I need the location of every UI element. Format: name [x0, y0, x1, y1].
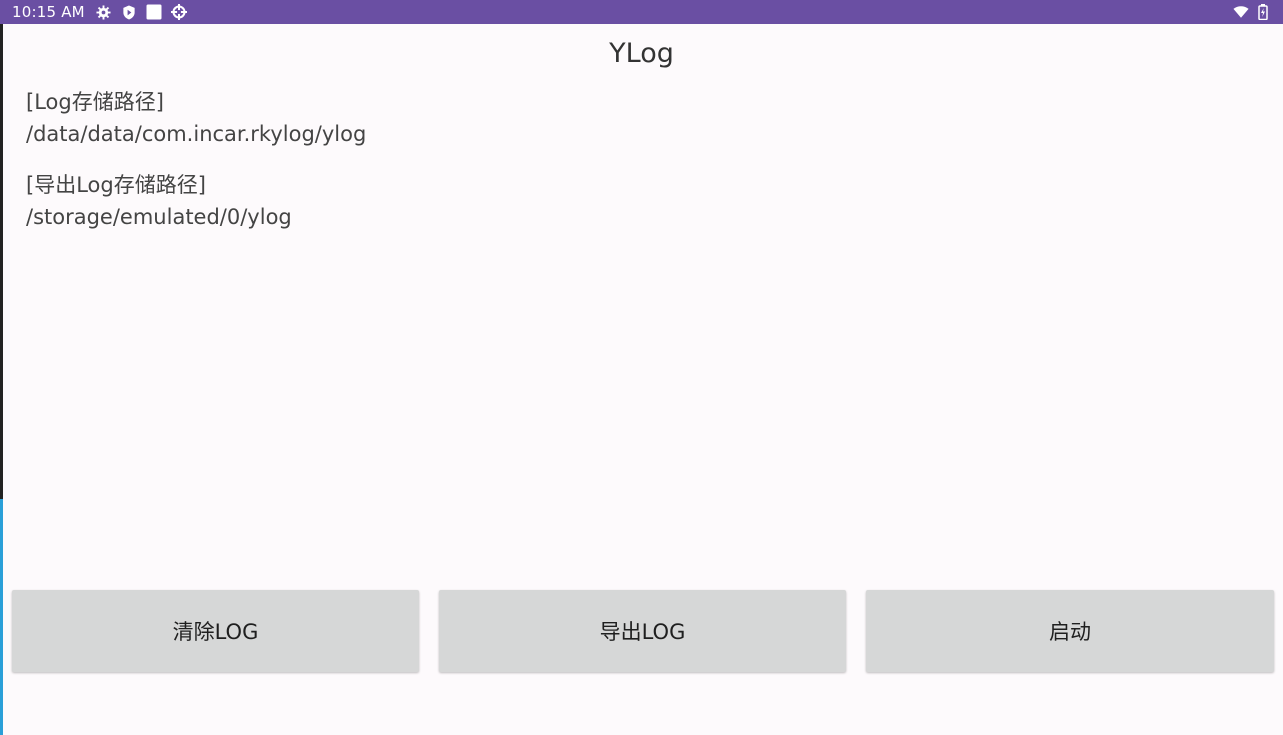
status-left: 10:15 AM	[12, 3, 187, 21]
status-bar: 10:15 AM	[0, 0, 1283, 24]
battery-icon	[1255, 4, 1271, 20]
crosshair-icon	[170, 4, 187, 20]
export-path-value: /storage/emulated/0/ylog	[26, 205, 292, 229]
export-path-label: [导出Log存储路径]	[26, 173, 206, 197]
app-screen: 10:15 AM YLog [Log存储路径] /data/data/com.i…	[0, 0, 1283, 735]
start-button[interactable]: 启动	[866, 590, 1274, 672]
left-edge-strip	[0, 24, 3, 499]
export-path-section: [导出Log存储路径] /storage/emulated/0/ylog	[26, 169, 292, 233]
app-title: YLog	[609, 38, 674, 69]
left-edge-strip-accent	[0, 499, 3, 735]
wifi-icon	[1233, 4, 1249, 20]
status-time: 10:15 AM	[12, 3, 85, 21]
gear-icon	[96, 4, 112, 20]
status-right	[1233, 4, 1271, 20]
log-path-section: [Log存储路径] /data/data/com.incar.rkylog/yl…	[26, 86, 366, 150]
square-icon	[146, 4, 162, 20]
clear-log-button[interactable]: 清除LOG	[12, 590, 419, 672]
log-path-value: /data/data/com.incar.rkylog/ylog	[26, 122, 367, 146]
shield-icon	[121, 4, 137, 20]
log-path-label: [Log存储路径]	[26, 90, 164, 114]
action-buttons: 清除LOG 导出LOG 启动	[12, 590, 1274, 672]
export-log-button[interactable]: 导出LOG	[439, 590, 846, 672]
